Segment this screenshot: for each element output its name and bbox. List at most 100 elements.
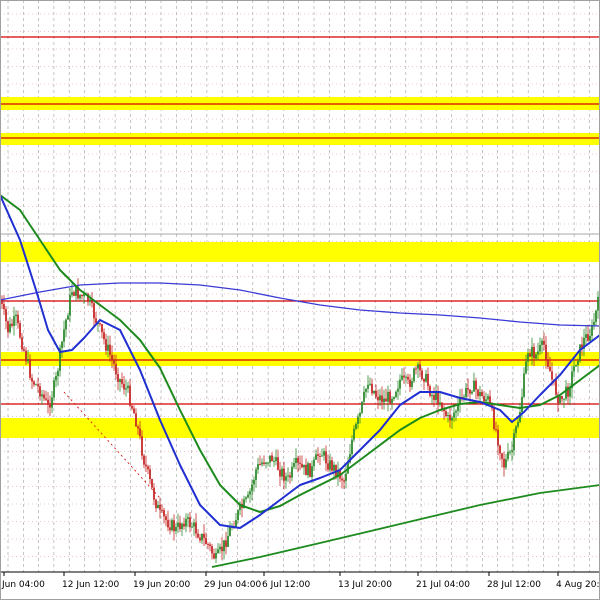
- candle-body: [213, 553, 215, 559]
- candle-body: [351, 439, 353, 455]
- candle-body: [303, 464, 305, 468]
- candle-body: [23, 349, 25, 351]
- candle-body: [471, 391, 473, 394]
- candle-body: [123, 383, 125, 390]
- candle-body: [179, 522, 181, 530]
- candle-body: [369, 383, 371, 385]
- candle-body: [65, 319, 67, 330]
- candle-body: [393, 397, 395, 400]
- candle-body: [329, 460, 331, 470]
- x-tick-label: 19 Jun 20:00: [133, 580, 190, 590]
- candle-body: [117, 374, 119, 382]
- candle-body: [415, 368, 417, 370]
- candle-body: [589, 335, 591, 341]
- candle-body: [199, 537, 201, 541]
- candle-body: [411, 381, 413, 387]
- candle-body: [419, 364, 421, 371]
- candle-body: [435, 391, 437, 400]
- support-resistance-zones: [0, 97, 600, 438]
- candle-body: [401, 375, 403, 380]
- candle-body: [575, 364, 577, 367]
- candle-body: [247, 494, 249, 498]
- candle-body: [159, 504, 161, 510]
- candle-body: [517, 422, 519, 427]
- candle-body: [147, 466, 149, 470]
- candle-body: [121, 379, 123, 384]
- candle-body: [321, 455, 323, 457]
- candle-body: [203, 533, 205, 538]
- candle-body: [293, 463, 295, 467]
- candle-body: [407, 376, 409, 380]
- candle-body: [383, 398, 385, 403]
- candle-body: [389, 391, 391, 404]
- candle-body: [301, 463, 303, 468]
- candle-body: [547, 359, 549, 367]
- candle-body: [271, 455, 273, 462]
- candle-body: [357, 416, 359, 424]
- candle-body: [505, 459, 507, 468]
- candle-body: [569, 388, 571, 397]
- candle-body: [469, 389, 471, 394]
- candle-body: [267, 462, 269, 464]
- candle-body: [39, 386, 41, 397]
- candle-body: [183, 523, 185, 527]
- candle-body: [211, 546, 213, 554]
- candle-body: [295, 458, 297, 464]
- candle-body: [109, 344, 111, 355]
- candle-body: [269, 455, 271, 463]
- candle-body: [319, 455, 321, 457]
- candle-body: [129, 385, 131, 406]
- candle-body: [157, 504, 159, 509]
- candle-body: [499, 445, 501, 454]
- candle-body: [331, 460, 333, 471]
- candle-body: [361, 401, 363, 413]
- candle-body: [441, 402, 443, 409]
- candle-body: [45, 398, 47, 400]
- candle-body: [475, 380, 477, 390]
- candle-body: [297, 458, 299, 463]
- candle-body: [1, 299, 3, 304]
- candle-body: [483, 396, 485, 402]
- candle-body: [545, 344, 547, 360]
- candle-body: [141, 436, 143, 456]
- candle-body: [17, 314, 19, 324]
- candle-body: [473, 380, 475, 392]
- candle-body: [113, 359, 115, 364]
- yellow-zone: [0, 242, 600, 262]
- candle-body: [417, 364, 419, 369]
- candle-body: [573, 366, 575, 372]
- candle-body: [409, 379, 411, 387]
- candle-body: [427, 373, 429, 387]
- candle-body: [263, 462, 265, 464]
- candle-body: [111, 354, 113, 360]
- candle-body: [315, 454, 317, 460]
- candle-body: [169, 527, 171, 531]
- candle-body: [433, 395, 435, 400]
- candle-body: [371, 383, 373, 394]
- candle-body: [245, 497, 247, 500]
- candle-body: [257, 464, 259, 470]
- candle-body: [413, 368, 415, 382]
- candle-body: [487, 396, 489, 400]
- candle-body: [287, 475, 289, 477]
- candle-body: [307, 463, 309, 476]
- candle-body: [253, 479, 255, 485]
- candle-body: [285, 476, 287, 481]
- candle-body: [551, 371, 553, 380]
- candle-body: [37, 384, 39, 387]
- candle-body: [421, 370, 423, 379]
- candle-body: [187, 517, 189, 519]
- candle-body: [177, 522, 179, 527]
- candle-body: [397, 388, 399, 392]
- candle-body: [481, 392, 483, 397]
- candle-body: [131, 405, 133, 409]
- chart-window: Jun 04:00 12 Jun 12:00 19 Jun 20:00 29 Jun …: [0, 0, 600, 600]
- candle-body: [391, 399, 393, 404]
- candle-body: [587, 334, 589, 341]
- candle-body: [197, 533, 199, 538]
- candle-body: [327, 463, 329, 470]
- candle-body: [125, 388, 127, 390]
- candle-body: [67, 315, 69, 320]
- yellow-zone: [0, 133, 600, 145]
- candle-body: [167, 520, 169, 528]
